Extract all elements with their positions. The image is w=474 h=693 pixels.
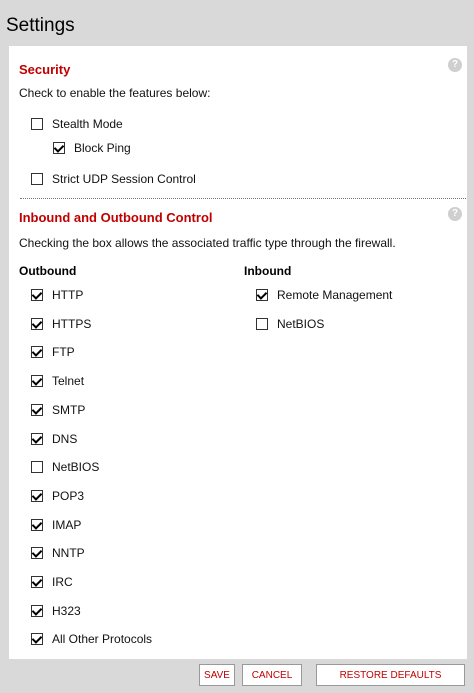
- save-button[interactable]: SAVE: [199, 664, 235, 686]
- button-bar: SAVE CANCEL RESTORE DEFAULTS: [0, 659, 474, 693]
- outbound-smtp-row[interactable]: SMTP: [31, 402, 85, 418]
- outbound-imap-row[interactable]: IMAP: [31, 517, 81, 533]
- outbound-http-label: HTTP: [52, 288, 84, 302]
- inbound-netbios-row[interactable]: NetBIOS: [256, 316, 324, 332]
- inbound-heading: Inbound: [244, 264, 292, 278]
- outbound-heading: Outbound: [19, 264, 77, 278]
- stealth-mode-row[interactable]: Stealth Mode: [31, 116, 123, 132]
- control-help-icon[interactable]: ?: [448, 207, 462, 221]
- outbound-nntp-checkbox[interactable]: [31, 547, 43, 560]
- outbound-irc-checkbox[interactable]: [31, 576, 43, 588]
- section-divider: [20, 198, 466, 199]
- outbound-https-row[interactable]: HTTPS: [31, 316, 91, 332]
- outbound-h323-checkbox[interactable]: [31, 604, 43, 617]
- outbound-h323-label: H323: [52, 603, 81, 618]
- outbound-ftp-row[interactable]: FTP: [31, 344, 75, 360]
- outbound-nntp-row[interactable]: NNTP: [31, 545, 85, 561]
- control-section-title: Inbound and Outbound Control: [19, 210, 213, 225]
- outbound-https-label: HTTPS: [52, 316, 92, 331]
- outbound-dns-checkbox[interactable]: [31, 432, 43, 445]
- outbound-ftp-label: FTP: [52, 345, 75, 360]
- inbound-netbios-label: NetBIOS: [277, 316, 325, 331]
- block-ping-checkbox[interactable]: [53, 142, 65, 154]
- outbound-h323-row[interactable]: H323: [31, 603, 81, 619]
- outbound-pop3-checkbox[interactable]: [31, 489, 43, 502]
- outbound-smtp-checkbox[interactable]: [31, 403, 43, 416]
- stealth-mode-label: Stealth Mode: [52, 117, 123, 131]
- outbound-imap-label: IMAP: [52, 517, 82, 532]
- strict-udp-checkbox[interactable]: [31, 173, 43, 185]
- block-ping-label: Block Ping: [74, 141, 131, 155]
- outbound-telnet-label: Telnet: [52, 374, 85, 389]
- outbound-smtp-label: SMTP: [52, 402, 86, 417]
- outbound-telnet-row[interactable]: Telnet: [31, 373, 84, 389]
- inbound-netbios-checkbox[interactable]: [256, 317, 268, 330]
- restore-defaults-button[interactable]: RESTORE DEFAULTS: [316, 664, 465, 686]
- page-title: Settings: [6, 15, 75, 36]
- outbound-irc-label: IRC: [52, 575, 73, 589]
- outbound-telnet-checkbox[interactable]: [31, 375, 43, 388]
- outbound-http-checkbox[interactable]: [31, 289, 43, 301]
- outbound-ftp-checkbox[interactable]: [31, 346, 43, 359]
- security-help-icon[interactable]: ?: [448, 58, 462, 72]
- inbound-remote-management-label: Remote Management: [277, 288, 393, 302]
- outbound-dns-row[interactable]: DNS: [31, 431, 77, 447]
- outbound-netbios-checkbox[interactable]: [31, 461, 43, 474]
- outbound-dns-label: DNS: [52, 431, 78, 446]
- stealth-mode-checkbox[interactable]: [31, 118, 43, 130]
- security-description: Check to enable the features below:: [19, 86, 211, 100]
- block-ping-row[interactable]: Block Ping: [53, 140, 131, 156]
- strict-udp-row[interactable]: Strict UDP Session Control: [31, 171, 196, 187]
- outbound-imap-checkbox[interactable]: [31, 518, 43, 531]
- outbound-pop3-label: POP3: [52, 488, 85, 503]
- title-bar: Settings: [0, 0, 474, 44]
- outbound-http-row[interactable]: HTTP: [31, 287, 83, 303]
- outbound-netbios-label: NetBIOS: [52, 460, 100, 475]
- outbound-irc-row[interactable]: IRC: [31, 574, 73, 590]
- settings-panel: Security ? Check to enable the features …: [9, 46, 467, 659]
- outbound-all-other-protocols-label: All Other Protocols: [52, 632, 153, 647]
- outbound-all-other-protocols-checkbox[interactable]: [31, 633, 43, 646]
- outbound-netbios-row[interactable]: NetBIOS: [31, 459, 99, 475]
- inbound-remote-management-checkbox[interactable]: [256, 289, 268, 301]
- strict-udp-label: Strict UDP Session Control: [52, 172, 196, 186]
- cancel-button[interactable]: CANCEL: [242, 664, 302, 686]
- outbound-https-checkbox[interactable]: [31, 317, 43, 330]
- security-section-title: Security: [19, 62, 71, 77]
- control-description: Checking the box allows the associated t…: [19, 236, 396, 250]
- outbound-pop3-row[interactable]: POP3: [31, 488, 84, 504]
- outbound-nntp-label: NNTP: [52, 546, 85, 561]
- inbound-remote-management-row[interactable]: Remote Management: [256, 287, 392, 303]
- outbound-all-other-protocols-row[interactable]: All Other Protocols: [31, 631, 152, 647]
